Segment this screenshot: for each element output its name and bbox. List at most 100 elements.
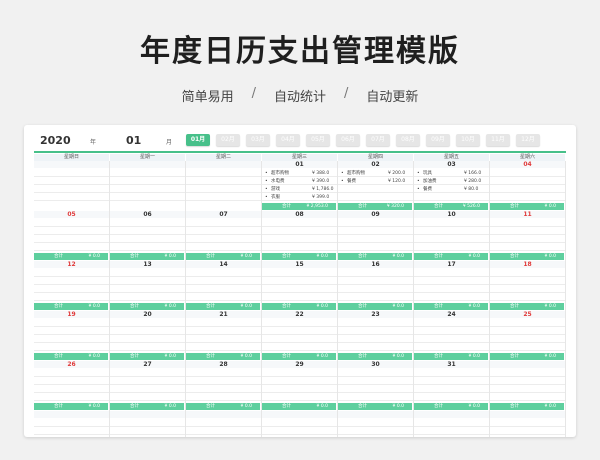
day-cell[interactable] <box>110 161 186 211</box>
day-number <box>414 411 489 418</box>
day-cell[interactable]: 05 合计 ¥ 0.0 <box>34 211 110 261</box>
day-cell[interactable]: 26 合计 ¥ 0.0 <box>34 361 110 411</box>
month-button-8[interactable]: 08月 <box>396 134 420 146</box>
bullet-icon: • <box>341 171 344 176</box>
bullet-icon: • <box>417 179 420 184</box>
day-cell[interactable]: 16 合计 ¥ 0.0 <box>338 261 414 311</box>
entry-lines <box>490 219 565 253</box>
day-cell[interactable]: 22 合计 ¥ 0.0 <box>262 311 338 361</box>
month-button-2[interactable]: 02月 <box>216 134 240 146</box>
day-cell[interactable]: 合计¥ 0.0 <box>110 411 186 437</box>
entry-lines <box>110 169 185 203</box>
month-button-4[interactable]: 04月 <box>276 134 300 146</box>
entry-lines <box>262 269 337 303</box>
day-cell[interactable]: 27 合计 ¥ 0.0 <box>110 361 186 411</box>
total-value: ¥ 0.0 <box>164 254 176 259</box>
entry-lines <box>262 219 337 253</box>
expense-amount: ¥ 399.0 <box>312 195 330 200</box>
day-number: 31 <box>414 361 489 368</box>
expense-amount: ¥ 80.0 <box>464 187 479 192</box>
day-total-bar: 合计 ¥ 0.0 <box>186 253 260 260</box>
day-cell[interactable]: 25 合计 ¥ 0.0 <box>490 311 566 361</box>
day-total-bar: 合计 ¥ 0.0 <box>338 253 412 260</box>
day-cell[interactable]: 合计¥ 0.0 <box>414 411 490 437</box>
day-cell[interactable]: 10 合计 ¥ 0.0 <box>414 211 490 261</box>
day-cell[interactable] <box>186 161 262 211</box>
day-cell[interactable]: 30 合计 ¥ 0.0 <box>338 361 414 411</box>
day-cell[interactable] <box>34 161 110 211</box>
day-cell[interactable]: 02 • 超市购物 ¥ 200.0 • 餐费 ¥ 120.0 合计 ¥ 320.0 <box>338 161 414 211</box>
day-cell[interactable]: 23 合计 ¥ 0.0 <box>338 311 414 361</box>
day-cell[interactable]: 18 合计 ¥ 0.0 <box>490 261 566 311</box>
day-cell[interactable]: 28 合计 ¥ 0.0 <box>186 361 262 411</box>
expense-entry[interactable]: • 超市购物 ¥ 200.0 <box>340 170 411 178</box>
day-cell[interactable]: 03 • 玩具 ¥ 166.0 • 加油费 ¥ 280.0 • 餐费 ¥ 80.0 合计 ¥ 526.… <box>414 161 490 211</box>
day-cell[interactable]: 11 合计 ¥ 0.0 <box>490 211 566 261</box>
total-label: 合计 <box>510 404 519 409</box>
month-button-3[interactable]: 03月 <box>246 134 270 146</box>
entry-lines <box>490 369 565 403</box>
month-button-7[interactable]: 07月 <box>366 134 390 146</box>
total-value: ¥ 0.0 <box>544 404 556 409</box>
day-cell[interactable]: 合计¥ 0.0 <box>262 411 338 437</box>
month-button-12[interactable]: 12月 <box>516 134 540 146</box>
day-number: 05 <box>34 211 109 218</box>
day-cell[interactable]: 12 合计 ¥ 0.0 <box>34 261 110 311</box>
day-number <box>490 361 565 368</box>
day-cell[interactable]: 31 合计 ¥ 0.0 <box>414 361 490 411</box>
day-cell[interactable]: 合计¥ 0.0 <box>186 411 262 437</box>
day-cell[interactable]: 24 合计 ¥ 0.0 <box>414 311 490 361</box>
month-button-5[interactable]: 05月 <box>306 134 330 146</box>
tag-easy: 简单易用 <box>181 90 234 105</box>
day-cell[interactable]: 合计¥ 0.0 <box>490 411 566 437</box>
calendar-grid: 星期日 星期一 星期二 星期三 星期四 星期五 星期六 01 • 超市购物 ¥ 388.0 • 水电费… <box>34 154 566 437</box>
expense-entry[interactable]: • 加油费 ¥ 280.0 <box>416 178 487 186</box>
month-value[interactable]: 01 <box>126 134 141 147</box>
expense-entry[interactable]: • 餐费 ¥ 120.0 <box>340 178 411 186</box>
month-unit: 月 <box>166 139 173 146</box>
expense-entry[interactable]: • 玩具 ¥ 166.0 <box>416 170 487 178</box>
day-cell[interactable]: 20 合计 ¥ 0.0 <box>110 311 186 361</box>
bullet-icon: • <box>265 179 268 184</box>
day-total-bar: 合计 ¥ 0.0 <box>34 303 108 310</box>
day-cell[interactable]: 15 合计 ¥ 0.0 <box>262 261 338 311</box>
day-cell[interactable]: 17 合计 ¥ 0.0 <box>414 261 490 311</box>
weekday-label: 星期五 <box>414 154 490 161</box>
day-total-bar: 合计 ¥ 0.0 <box>338 403 412 410</box>
day-cell[interactable]: 09 合计 ¥ 0.0 <box>338 211 414 261</box>
day-cell[interactable]: 13 合计 ¥ 0.0 <box>110 261 186 311</box>
day-cell[interactable]: 合计¥ 0.0 <box>338 411 414 437</box>
day-total-bar: 合计 ¥ 0.0 <box>414 303 488 310</box>
day-cell[interactable]: 04 合计 ¥ 0.0 <box>490 161 566 211</box>
day-cell[interactable]: 08 合计 ¥ 0.0 <box>262 211 338 261</box>
day-cell[interactable]: 01 • 超市购物 ¥ 388.0 • 水电费 ¥ 390.0 • 游戏 ¥ 1,786.0 • 衣服… <box>262 161 338 211</box>
day-cell[interactable]: 19 合计 ¥ 0.0 <box>34 311 110 361</box>
total-value: ¥ 0.0 <box>88 254 100 259</box>
total-label: 合计 <box>206 304 215 309</box>
day-cell[interactable]: 21 合计 ¥ 0.0 <box>186 311 262 361</box>
day-cell[interactable]: 29 合计 ¥ 0.0 <box>262 361 338 411</box>
day-cell[interactable]: 合计 ¥ 0.0 <box>490 361 566 411</box>
total-value: ¥ 0.0 <box>544 254 556 259</box>
month-button-1[interactable]: 01月 <box>186 134 210 146</box>
entry-lines <box>110 319 185 353</box>
day-number <box>34 411 109 418</box>
day-number: 29 <box>262 361 337 368</box>
month-button-11[interactable]: 11月 <box>486 134 510 146</box>
day-cell[interactable]: 06 合计 ¥ 0.0 <box>110 211 186 261</box>
day-cell[interactable]: 14 合计 ¥ 0.0 <box>186 261 262 311</box>
year-value[interactable]: 2020 <box>40 134 71 147</box>
day-cell[interactable]: 合计¥ 0.0 <box>34 411 110 437</box>
expense-entry[interactable]: • 水电费 ¥ 390.0 <box>264 178 335 186</box>
separator: / <box>251 86 256 101</box>
expense-entry[interactable]: • 衣服 ¥ 399.0 <box>264 194 335 202</box>
expense-entry[interactable]: • 超市购物 ¥ 388.0 <box>264 170 335 178</box>
month-button-10[interactable]: 10月 <box>456 134 480 146</box>
month-button-9[interactable]: 09月 <box>426 134 450 146</box>
month-button-6[interactable]: 06月 <box>336 134 360 146</box>
total-value: ¥ 0.0 <box>240 354 252 359</box>
expense-entry[interactable]: • 餐费 ¥ 80.0 <box>416 186 487 194</box>
day-cell[interactable]: 07 合计 ¥ 0.0 <box>186 211 262 261</box>
expense-entry[interactable]: • 游戏 ¥ 1,786.0 <box>264 186 335 194</box>
entry-lines <box>34 369 109 403</box>
